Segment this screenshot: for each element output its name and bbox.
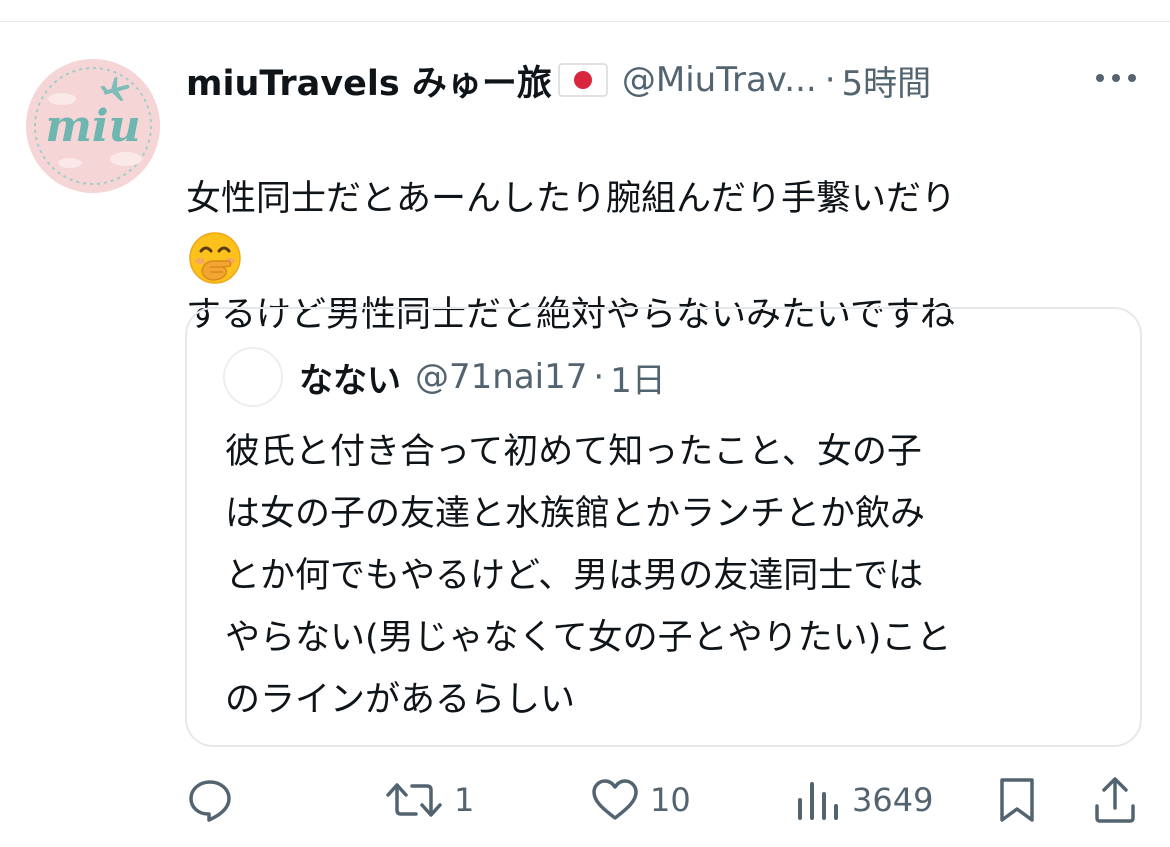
quoted-separator: · — [593, 357, 605, 397]
reply-icon — [189, 780, 231, 822]
action-bar: 1 10 3649 — [0, 770, 1170, 830]
timestamp[interactable]: 5時間 — [842, 56, 932, 105]
share-icon — [1095, 777, 1135, 823]
face-with-hand-over-mouth-icon — [188, 231, 242, 285]
quoted-text-line: は女の子の友達と水族館とかランチとか飲み — [225, 494, 926, 534]
reply-button[interactable] — [186, 770, 244, 830]
quoted-display-name[interactable]: なない — [299, 353, 401, 402]
quoted-text-line: やらない(男じゃなくて女の子とやりたい)こと — [225, 618, 952, 658]
header-separator: · — [824, 60, 836, 100]
quoted-text-line: 彼氏と付き合って初めて知ったこと、女の子 — [225, 432, 922, 472]
tweet-text-line: 女性同士だとあーんしたり腕組んだり手繋いだり — [186, 179, 957, 219]
views-chart-icon — [798, 782, 838, 820]
like-count: 10 — [650, 781, 691, 819]
retweet-button[interactable]: 1 — [384, 770, 474, 830]
quoted-avatar[interactable] — [223, 347, 283, 407]
avatar[interactable]: miu — [26, 59, 160, 193]
views-button[interactable]: 3649 — [796, 770, 933, 830]
heart-icon — [592, 779, 638, 820]
avatar-text: miu — [45, 101, 140, 152]
japan-flag-icon — [558, 63, 608, 97]
retweet-icon — [386, 783, 442, 817]
quoted-text-line: のラインがあるらしい — [225, 680, 576, 720]
like-button[interactable]: 10 — [590, 770, 691, 830]
view-count: 3649 — [852, 781, 934, 819]
quoted-header: なない @71nai17 · 1日 — [299, 349, 666, 405]
display-name[interactable]: miuTravels みゅー旅 — [186, 55, 552, 106]
tweet-header: miuTravels みゅー旅 @MiuTrav... · 5時間 — [186, 52, 1146, 108]
bookmark-icon — [1000, 778, 1034, 822]
avatar-image: miu — [26, 59, 160, 193]
quoted-tweet-card[interactable]: なない @71nai17 · 1日 彼氏と付き合って初めて知ったこと、女の子 は… — [185, 307, 1142, 747]
bookmark-button[interactable] — [996, 770, 1038, 830]
share-button[interactable] — [1092, 770, 1138, 830]
quoted-timestamp[interactable]: 1日 — [610, 353, 666, 402]
quoted-text-line: とか何でもやるけど、男は男の友達同士では — [225, 556, 924, 596]
quoted-text: 彼氏と付き合って初めて知ったこと、女の子 は女の子の友達と水族館とかランチとか飲… — [225, 421, 1125, 731]
user-handle[interactable]: @MiuTrav... — [622, 60, 817, 100]
more-options-icon[interactable] — [1092, 66, 1140, 90]
top-divider — [0, 21, 1170, 22]
quoted-handle[interactable]: @71nai17 — [415, 357, 587, 397]
retweet-count: 1 — [454, 781, 475, 819]
